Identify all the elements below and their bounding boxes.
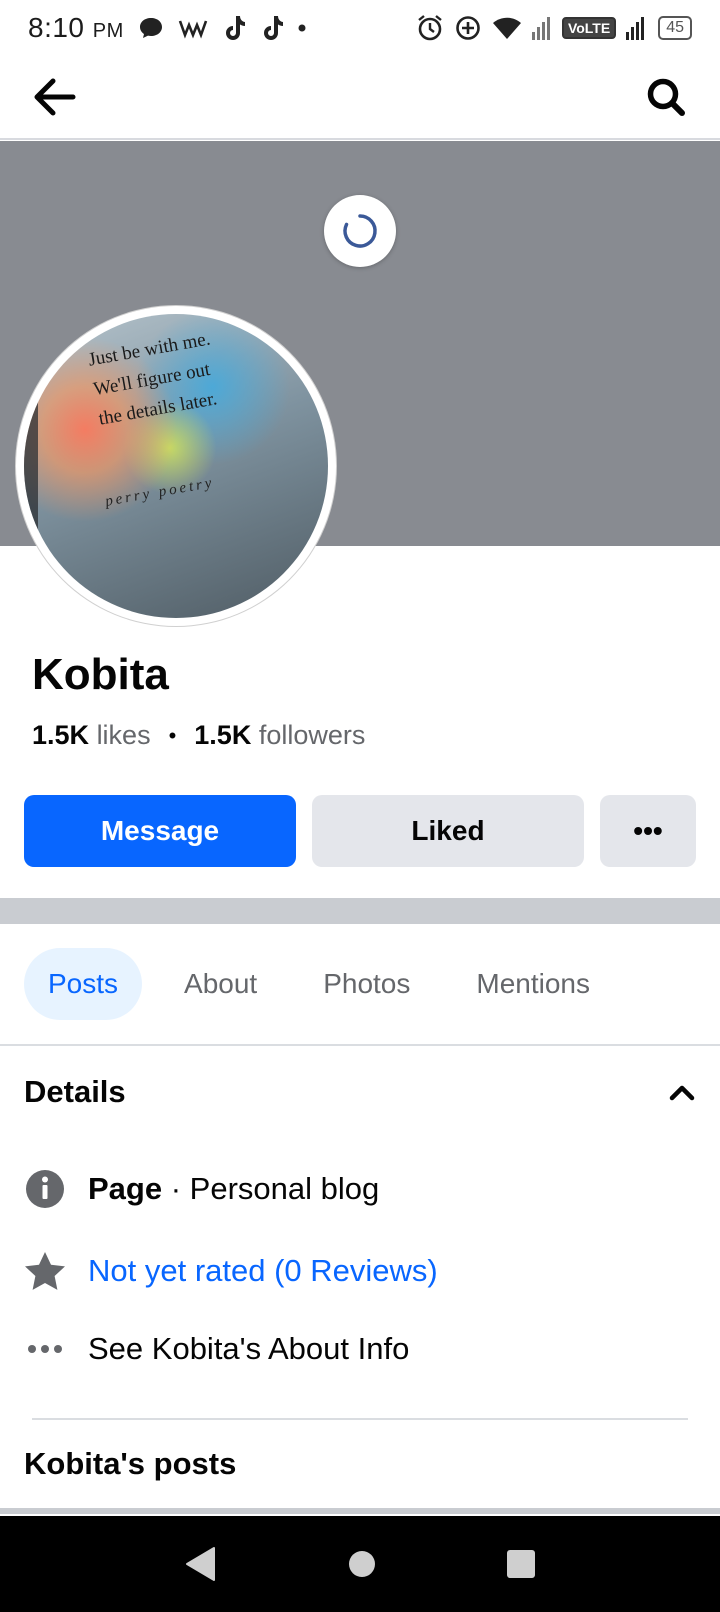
tab-posts[interactable]: Posts xyxy=(24,948,143,1020)
detail-row-rating[interactable]: Not yet rated (0 Reviews) xyxy=(24,1250,438,1292)
page-stats: 1.5K likes • 1.5K followers xyxy=(32,720,366,751)
profile-tabs: Posts About Photos Mentions xyxy=(24,948,614,1020)
more-options-button[interactable]: ••• xyxy=(600,795,696,867)
profile-picture[interactable]: Just be with me. We'll figure out the de… xyxy=(16,306,336,626)
profile-picture-image: Just be with me. We'll figure out the de… xyxy=(24,314,328,618)
about-info-link[interactable]: See Kobita's About Info xyxy=(88,1331,409,1367)
tiktok-icon-2 xyxy=(260,14,284,42)
nav-back-icon[interactable] xyxy=(184,1546,218,1582)
battery-indicator: 45 xyxy=(658,16,692,40)
detail-row-category: Page · Personal blog xyxy=(24,1168,379,1210)
details-divider xyxy=(32,1418,688,1420)
tab-about[interactable]: About xyxy=(160,948,281,1020)
signal-icon xyxy=(531,14,552,42)
details-header[interactable]: Details xyxy=(24,1074,696,1110)
liked-button[interactable]: Liked xyxy=(312,795,584,867)
alarm-icon xyxy=(416,14,444,42)
app-notification-icon xyxy=(178,14,208,42)
tabs-divider xyxy=(0,1044,720,1046)
likes-count-link[interactable]: 1.5K likes xyxy=(32,720,151,751)
arrow-left-icon xyxy=(34,78,76,116)
volte-badge: VoLTE xyxy=(561,17,617,39)
tiktok-icon xyxy=(222,14,246,42)
data-saver-icon xyxy=(454,14,482,42)
signal-icon-2 xyxy=(626,14,648,42)
page-title: Kobita xyxy=(32,650,169,699)
search-button[interactable] xyxy=(636,67,696,127)
nav-recents-icon[interactable] xyxy=(506,1549,536,1579)
posts-divider xyxy=(0,1508,720,1514)
status-time: 8:10 PM xyxy=(28,12,124,43)
back-button[interactable] xyxy=(24,67,84,127)
posts-section-title: Kobita's posts xyxy=(24,1446,237,1481)
rating-link[interactable]: Not yet rated (0 Reviews) xyxy=(88,1253,438,1289)
star-icon xyxy=(24,1250,66,1292)
followers-count-link[interactable]: 1.5K followers xyxy=(194,720,365,751)
info-icon xyxy=(24,1168,66,1210)
section-divider xyxy=(0,898,720,924)
tab-photos[interactable]: Photos xyxy=(299,948,434,1020)
avatar-quote: Just be with me. We'll figure out the de… xyxy=(86,328,219,430)
search-icon xyxy=(647,78,685,116)
app-bar xyxy=(0,56,720,140)
avatar-signature: perry poetry xyxy=(104,474,216,510)
more-dots-icon xyxy=(24,1328,66,1370)
wifi-icon xyxy=(492,14,522,42)
chat-bubble-icon xyxy=(138,14,164,42)
message-button[interactable]: Message xyxy=(24,795,296,867)
chevron-up-icon[interactable] xyxy=(668,1082,696,1102)
system-nav-bar xyxy=(0,1516,720,1612)
detail-row-about-info[interactable]: See Kobita's About Info xyxy=(24,1328,409,1370)
loading-spinner-icon xyxy=(343,214,377,248)
status-bar: 8:10 PM VoLTE 45 xyxy=(0,0,720,56)
page-label: Page xyxy=(88,1171,163,1206)
nav-home-icon[interactable] xyxy=(347,1549,377,1579)
page-category: · Personal blog xyxy=(170,1171,380,1206)
loading-spinner xyxy=(324,195,396,267)
more-notifications-dot-icon xyxy=(298,14,306,42)
tab-mentions[interactable]: Mentions xyxy=(452,948,614,1020)
details-title: Details xyxy=(24,1074,126,1109)
